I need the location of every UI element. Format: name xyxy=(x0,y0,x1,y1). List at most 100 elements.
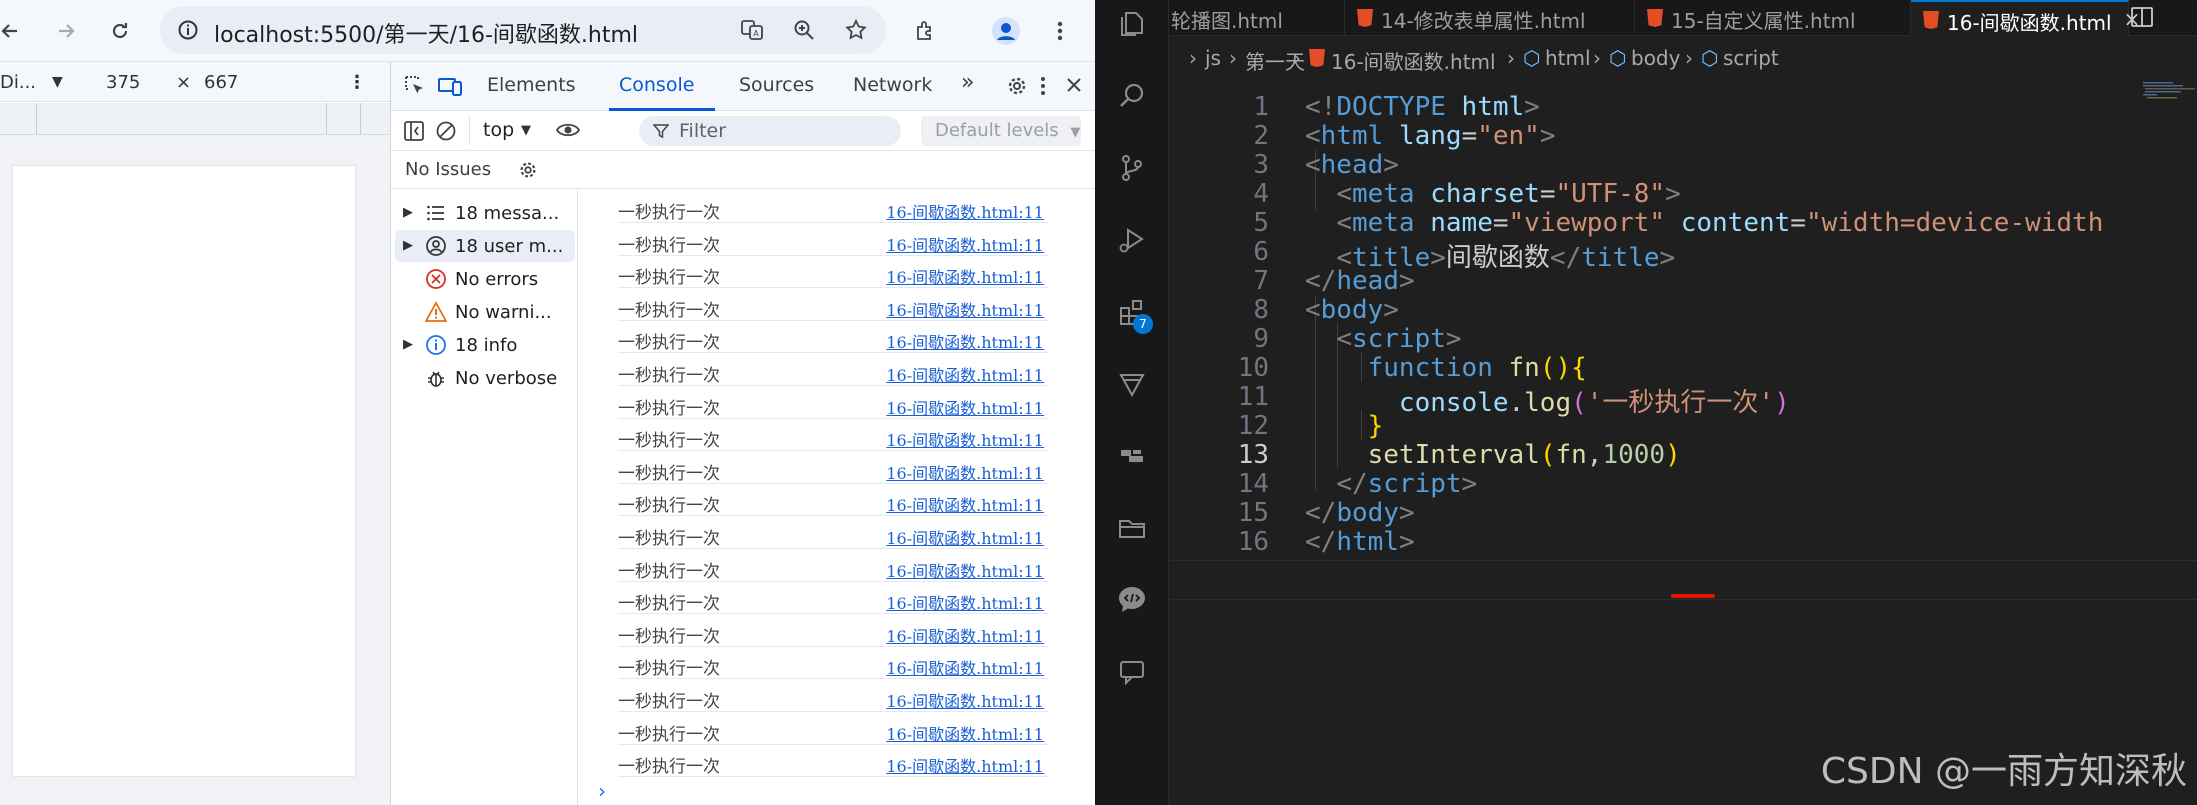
code-line[interactable]: <head> xyxy=(1305,150,1399,180)
sidebar-item-error[interactable]: No errors xyxy=(395,263,575,295)
console-source-link[interactable]: 16-间歇函数.html:11 xyxy=(886,395,1044,419)
run-debug-icon[interactable] xyxy=(1114,222,1150,258)
close-devtools-icon[interactable] xyxy=(1063,74,1085,100)
sidebar-item-warning[interactable]: No warni... xyxy=(395,296,575,328)
console-source-link[interactable]: 16-间歇函数.html:11 xyxy=(886,232,1044,256)
zoom-icon[interactable] xyxy=(790,16,818,44)
code-line[interactable]: <script> xyxy=(1305,324,1461,354)
tab-sources[interactable]: Sources xyxy=(739,74,814,96)
expand-triangle-icon[interactable]: ▶ xyxy=(403,205,413,220)
sidebar-item-info[interactable]: ▶ 18 info xyxy=(395,329,575,361)
code-area[interactable]: 1 <!DOCTYPE html> 2 <html lang="en"> 3 <head>… xyxy=(1169,80,2197,805)
translate-icon[interactable]: A xyxy=(738,16,766,44)
console-source-link[interactable]: 16-间歇函数.html:11 xyxy=(886,264,1044,288)
device-select[interactable]: Di... xyxy=(0,72,36,93)
code-line[interactable]: </script> xyxy=(1305,469,1477,499)
chevron-down-icon[interactable]: ▼ xyxy=(521,123,531,138)
console-prompt[interactable]: › xyxy=(598,779,606,803)
console-source-link[interactable]: 16-间歇函数.html:11 xyxy=(886,199,1044,223)
sidebar-item-bug[interactable]: No verbose xyxy=(395,362,575,394)
testing-flask-icon[interactable] xyxy=(1114,366,1150,402)
tab-form-attrs-file[interactable]: 14-修改表单属性.html xyxy=(1345,0,1635,36)
devtools-menu-icon[interactable] xyxy=(1039,74,1047,102)
code-line[interactable]: <body> xyxy=(1305,295,1399,325)
browser-menu-icon[interactable] xyxy=(1042,13,1078,49)
console-source-link[interactable]: 16-间歇函数.html:11 xyxy=(886,362,1044,386)
live-expression-eye-icon[interactable] xyxy=(555,119,581,145)
bookmark-star-icon[interactable] xyxy=(842,16,870,44)
device-height[interactable]: 667 xyxy=(204,72,238,93)
issues-count[interactable]: No Issues xyxy=(405,159,491,180)
expand-triangle-icon[interactable]: ▶ xyxy=(403,238,413,253)
inspect-element-icon[interactable] xyxy=(403,74,427,102)
breadcrumb-script[interactable]: script xyxy=(1723,46,1779,70)
source-control-icon[interactable] xyxy=(1114,150,1150,186)
reload-icon[interactable] xyxy=(102,13,138,49)
extensions-icon[interactable] xyxy=(908,13,944,49)
comments-icon[interactable] xyxy=(1114,654,1150,690)
console-source-link[interactable]: 16-间歇函数.html:11 xyxy=(886,427,1044,451)
expand-triangle-icon[interactable]: ▶ xyxy=(403,337,413,352)
breadcrumb-file[interactable]: 16-间歇函数.html xyxy=(1331,46,1496,75)
device-toolbar-icon[interactable] xyxy=(437,74,463,102)
code-line[interactable]: </html> xyxy=(1305,527,1415,557)
console-source-link[interactable]: 16-间歇函数.html:11 xyxy=(886,329,1044,353)
url-text[interactable]: localhost:5500/第一天/16-间歇函数.html xyxy=(214,17,638,49)
tab-carousel-file[interactable]: 轮播图.html xyxy=(1169,0,1345,36)
breadcrumb-folder-js[interactable]: js xyxy=(1205,46,1221,70)
console-source-link[interactable]: 16-间歇函数.html:11 xyxy=(886,623,1044,647)
breadcrumb-html[interactable]: html xyxy=(1545,46,1591,70)
console-source-link[interactable]: 16-间歇函数.html:11 xyxy=(886,655,1044,679)
minimap[interactable] xyxy=(2141,80,2197,805)
console-source-link[interactable]: 16-间歇函数.html:11 xyxy=(886,492,1044,516)
filter-input[interactable]: Filter xyxy=(639,116,901,146)
console-settings-icon[interactable] xyxy=(517,159,539,185)
code-line[interactable]: <!DOCTYPE html> xyxy=(1305,92,1540,122)
code-line[interactable]: setInterval(fn,1000) xyxy=(1305,440,1681,470)
context-select[interactable]: top xyxy=(483,119,514,141)
rendered-page[interactable] xyxy=(12,165,356,777)
console-source-link[interactable]: 16-间歇函数.html:11 xyxy=(886,460,1044,484)
split-editor-icon[interactable] xyxy=(2129,4,2189,32)
live-share-chat-icon[interactable] xyxy=(1114,582,1150,618)
tab-console[interactable]: Console xyxy=(619,74,694,96)
code-line[interactable]: </body> xyxy=(1305,498,1415,528)
more-tabs-icon[interactable]: » xyxy=(961,70,974,95)
sidebar-toggle-icon[interactable] xyxy=(403,120,425,146)
tab-custom-attrs-file[interactable]: 15-自定义属性.html xyxy=(1635,0,1911,36)
code-line[interactable]: <html lang="en"> xyxy=(1305,121,1556,151)
folder-icon[interactable] xyxy=(1114,510,1150,546)
console-source-link[interactable]: 16-间歇函数.html:11 xyxy=(886,297,1044,321)
site-info-icon[interactable] xyxy=(174,16,202,44)
tab-interval-file[interactable]: 16-间歇函数.html × xyxy=(1911,0,2140,36)
tab-elements[interactable]: Elements xyxy=(487,74,576,96)
profile-avatar-icon[interactable] xyxy=(988,13,1024,49)
tab-network[interactable]: Network xyxy=(853,74,932,96)
code-line[interactable]: } xyxy=(1305,411,1384,441)
code-line[interactable]: <meta name="viewport" content="width=dev… xyxy=(1305,208,2103,238)
code-line[interactable]: function fn(){ xyxy=(1305,353,1587,383)
settings-gear-icon[interactable] xyxy=(1005,74,1029,102)
clear-console-icon[interactable] xyxy=(435,120,457,146)
sidebar-item-user[interactable]: ▶ 18 user m... xyxy=(395,230,575,262)
device-width[interactable]: 375 xyxy=(106,72,140,93)
console-source-link[interactable]: 16-间歇函数.html:11 xyxy=(886,558,1044,582)
address-bar[interactable]: localhost:5500/第一天/16-间歇函数.html A xyxy=(160,6,886,54)
log-levels-select[interactable]: Default levels ▼ xyxy=(921,116,1081,146)
code-line[interactable]: <meta charset="UTF-8"> xyxy=(1305,179,1680,209)
back-icon[interactable] xyxy=(0,13,28,49)
breadcrumb-body[interactable]: body xyxy=(1631,46,1680,70)
chevron-down-icon[interactable]: ▼ xyxy=(52,74,63,90)
explorer-files-icon[interactable] xyxy=(1114,6,1150,42)
console-source-link[interactable]: 16-间歇函数.html:11 xyxy=(886,525,1044,549)
console-source-link[interactable]: 16-间歇函数.html:11 xyxy=(886,753,1044,777)
device-more-icon[interactable]: ⋮ xyxy=(348,72,366,93)
code-line[interactable]: </head> xyxy=(1305,266,1415,296)
remote-explorer-icon[interactable] xyxy=(1114,438,1150,474)
sidebar-item-list[interactable]: ▶ 18 messa... xyxy=(395,197,575,229)
forward-icon[interactable] xyxy=(48,13,84,49)
console-source-link[interactable]: 16-间歇函数.html:11 xyxy=(886,721,1044,745)
console-source-link[interactable]: 16-间歇函数.html:11 xyxy=(886,590,1044,614)
search-icon[interactable] xyxy=(1114,78,1150,114)
console-source-link[interactable]: 16-间歇函数.html:11 xyxy=(886,688,1044,712)
